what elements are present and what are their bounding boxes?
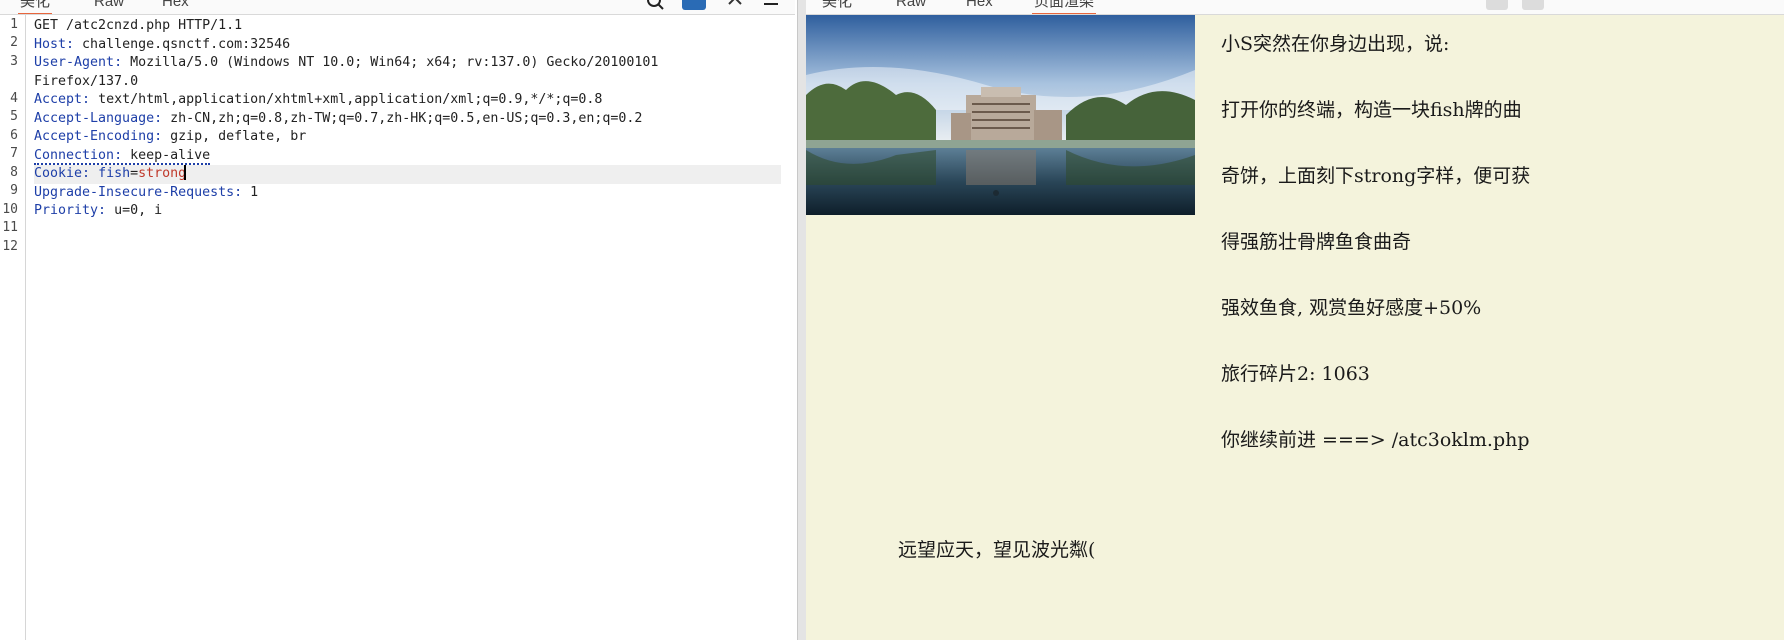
request-editor[interactable]: GET /atc2cnzd.php HTTP/1.1 Host: challen…	[34, 17, 781, 221]
header-name: Upgrade-Insecure-Requests	[34, 184, 235, 200]
line-number: 9	[10, 183, 18, 198]
colon: :	[66, 36, 75, 52]
expand-icon[interactable]	[1522, 0, 1544, 10]
line-number: 12	[2, 239, 18, 254]
search-icon[interactable]	[646, 0, 664, 10]
line-number: 2	[10, 35, 18, 50]
campus-lake-photo	[806, 15, 1195, 215]
header-name: Cookie	[34, 166, 83, 181]
colon: :	[154, 110, 163, 126]
request-pane: 美化 Raw Hex 1 2 3 4 5 6 7 8 9 10 11 12 GE…	[0, 0, 795, 640]
tab-raw[interactable]: Raw	[92, 0, 126, 13]
tab-hex[interactable]: Hex	[964, 0, 995, 13]
line-number: 5	[10, 109, 18, 124]
cookie-equals: =	[130, 166, 139, 181]
tab-raw[interactable]: Raw	[894, 0, 928, 13]
colon: :	[82, 166, 91, 181]
header-value: gzip, deflate, br	[162, 129, 307, 144]
line-number: 8	[10, 165, 18, 180]
tab-render[interactable]: 页面渲染	[1032, 0, 1097, 14]
request-start-line: GET /atc2cnzd.php HTTP/1.1	[34, 18, 243, 33]
header-value: Mozilla/5.0 (Windows NT 10.0; Win64; x64…	[122, 55, 659, 70]
menu-icon[interactable]	[762, 0, 780, 10]
header-value: zh-CN,zh;q=0.8,zh-TW;q=0.7,zh-HK;q=0.5,e…	[162, 110, 643, 126]
line-number: 7	[10, 146, 18, 161]
colon: :	[114, 55, 123, 70]
campus-lake-illustration	[806, 15, 1195, 215]
text-paragraph: 小S突然在你身边出现，说:	[1221, 33, 1450, 55]
header-value: 1	[242, 184, 259, 200]
colon: :	[82, 92, 91, 107]
header-name: Priority	[34, 203, 99, 218]
response-tabbar: 美化 Raw Hex 页面渲染	[806, 0, 1784, 15]
text-paragraph: 得强筋壮骨牌鱼食曲奇	[1221, 231, 1412, 253]
header-name: Accept-Language	[34, 110, 155, 126]
rendered-page: 小S突然在你身边出现，说: 打开你的终端，构造一块fish牌的曲 奇饼，上面刻下…	[806, 15, 1784, 640]
request-line[interactable]: Accept: text/html,application/xhtml+xml,…	[34, 91, 781, 110]
text-paragraph: 打开你的终端，构造一块fish牌的曲	[1221, 99, 1522, 121]
line-number: 1	[10, 17, 18, 32]
line-number-gutter: 1 2 3 4 5 6 7 8 9 10 11 12	[0, 15, 26, 640]
header-value: keep-alive	[122, 147, 211, 163]
text-paragraph: 强效鱼食, 观赏鱼好感度+50%	[1221, 297, 1482, 319]
wrap-icon[interactable]	[726, 0, 744, 10]
bottom-caption: 远望应天，望见波光粼(	[898, 539, 1096, 561]
header-name: User-Agent	[34, 55, 115, 70]
header-name: Connection	[34, 147, 115, 163]
line-number: 4	[10, 91, 18, 106]
colon: :	[98, 203, 107, 218]
line-number: 10	[2, 202, 18, 217]
request-line[interactable]: Accept-Language: zh-CN,zh;q=0.8,zh-TW;q=…	[34, 110, 781, 129]
request-line[interactable]: Firefox/137.0	[34, 73, 781, 92]
next-link-text: 你继续前进 ===> /atc3oklm.php	[1221, 429, 1530, 451]
response-pane: 美化 Raw Hex 页面渲染 小S突然在你身边出现，说: 打开你的终端，构造一…	[806, 0, 1784, 640]
cookie-value: strong	[138, 166, 187, 181]
text-caret	[184, 165, 187, 180]
tab-hex[interactable]: Hex	[160, 0, 191, 13]
text-paragraph: 奇饼，上面刻下strong字样，便可获	[1221, 165, 1531, 187]
line-number: 11	[2, 220, 18, 235]
request-line[interactable]: User-Agent: Mozilla/5.0 (Windows NT 10.0…	[34, 54, 781, 73]
line-number: 6	[10, 128, 18, 143]
request-line[interactable]: Accept-Encoding: gzip, deflate, br	[34, 128, 781, 147]
header-value: text/html,application/xhtml+xml,applicat…	[90, 92, 603, 107]
header-value: challenge.qsnctf.com:32546	[74, 36, 291, 52]
request-line[interactable]: Host: challenge.qsnctf.com:32546	[34, 36, 781, 55]
request-line[interactable]: Upgrade-Insecure-Requests: 1	[34, 184, 781, 203]
tab-pretty[interactable]: 美化	[18, 0, 53, 14]
colon: :	[234, 184, 243, 200]
line-number: 3	[10, 54, 18, 69]
header-name: Accept	[34, 92, 83, 107]
header-value-continued: Firefox/137.0	[34, 73, 139, 89]
colon: :	[114, 147, 123, 163]
text-paragraph: 旅行碎片2: 1063	[1221, 363, 1370, 385]
request-tabbar: 美化 Raw Hex	[0, 0, 795, 15]
format-toggle-icon[interactable]	[682, 0, 706, 10]
header-name: Host	[34, 36, 67, 52]
colon: :	[154, 129, 163, 144]
request-line[interactable]: Priority: u=0, i	[34, 202, 781, 221]
copy-icon[interactable]	[1486, 0, 1508, 10]
header-value: u=0, i	[106, 203, 163, 218]
pane-splitter[interactable]	[797, 0, 806, 640]
header-name: Accept-Encoding	[34, 129, 155, 144]
request-line-active[interactable]: Cookie: fish=strong	[34, 165, 781, 184]
request-line[interactable]: GET /atc2cnzd.php HTTP/1.1	[34, 17, 781, 36]
cookie-name: fish	[98, 166, 131, 181]
tab-pretty[interactable]: 美化	[820, 0, 854, 13]
request-line[interactable]: Connection: keep-alive	[34, 147, 781, 166]
